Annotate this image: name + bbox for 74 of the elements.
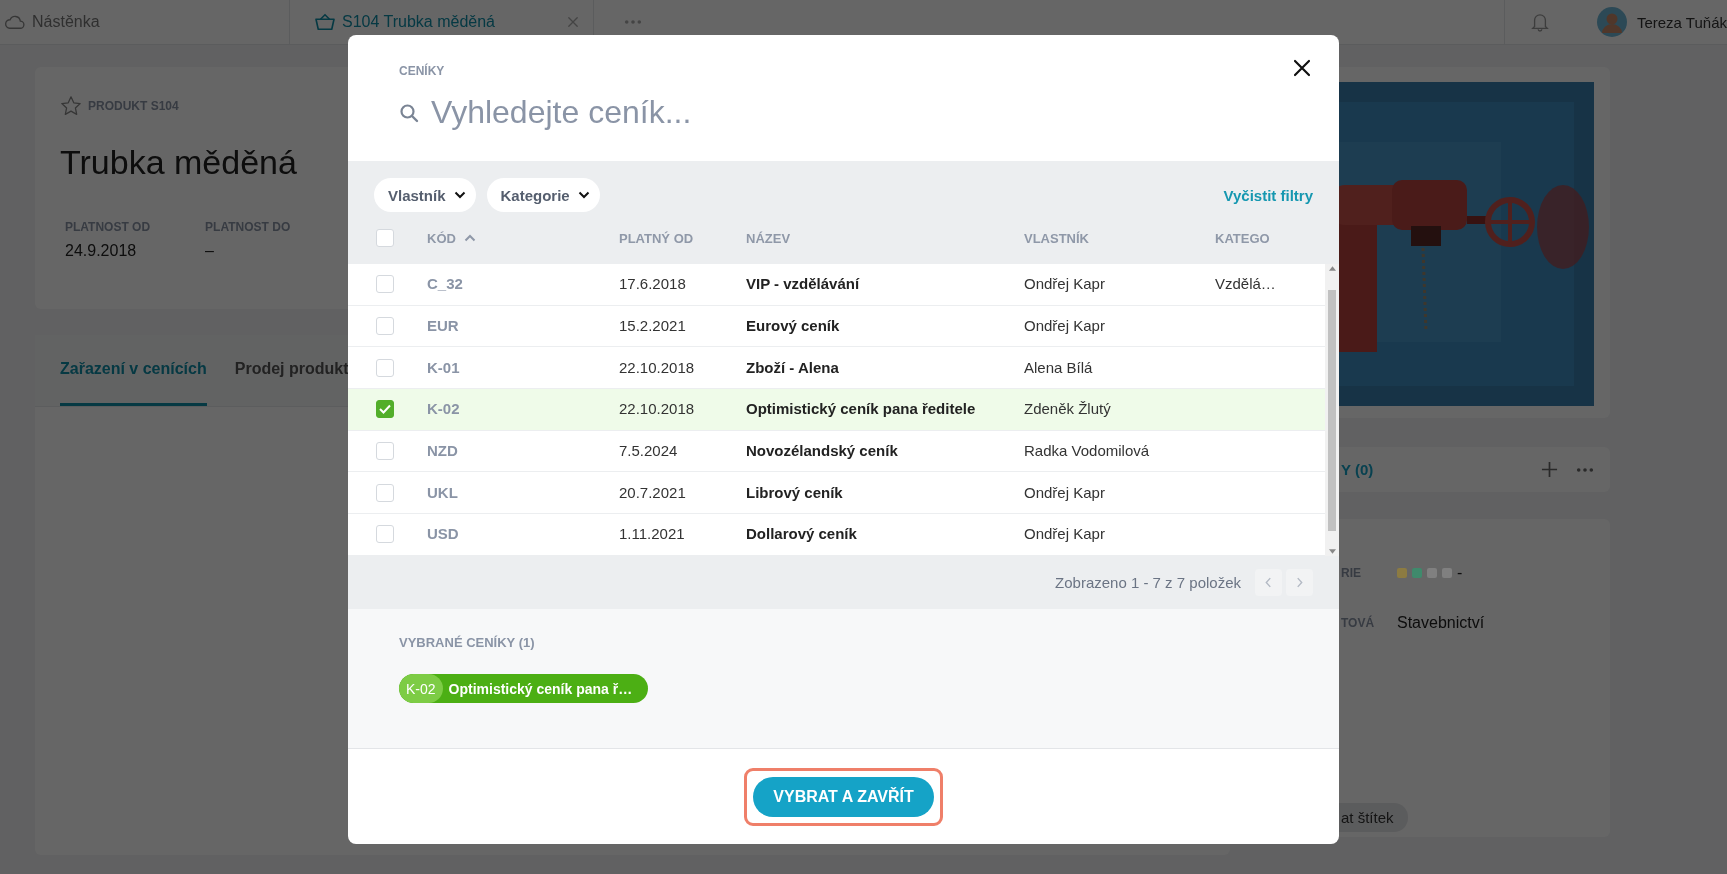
- table-cell: EUR: [427, 317, 459, 335]
- product-title: Trubka měděná: [60, 143, 298, 182]
- table-cell: C_32: [427, 275, 463, 293]
- table-cell: Dollarový ceník: [746, 525, 857, 543]
- chevron-right-icon: [1296, 577, 1303, 588]
- table-cell: Ondřej Kapr: [1024, 317, 1105, 335]
- table-cell: Ondřej Kapr: [1024, 525, 1105, 543]
- table-cell: VIP - vzdělávání: [746, 275, 860, 293]
- filter-dropdown[interactable]: Kategorie: [486, 178, 600, 212]
- table-row[interactable]: K-02 22.10.2018 Optimistický ceník pana ředitele Zdeněk Žlutý: [348, 389, 1325, 431]
- column-header[interactable]: KÓD: [427, 230, 456, 246]
- dialog-title: CENÍKY: [399, 64, 446, 78]
- user-name[interactable]: Tereza Tuňák: [1636, 13, 1727, 31]
- chevron-left-icon: [1265, 577, 1272, 588]
- detail-value: -: [1457, 564, 1463, 582]
- tab[interactable]: Zařazení v cenících: [60, 335, 207, 406]
- cloud-icon: [4, 14, 26, 30]
- column-header[interactable]: NÁZEV: [746, 230, 791, 246]
- detail-value: Stavebnictví: [1397, 614, 1485, 632]
- star-icon[interactable]: [60, 95, 82, 117]
- arrow-up-icon[interactable]: [1328, 266, 1336, 271]
- search-field[interactable]: Vyhledejte ceník...: [431, 94, 1131, 131]
- table-cell: 22.10.2018: [619, 358, 695, 376]
- pagination-info: Zobrazeno 1 - 7 z 7 položek: [1055, 574, 1241, 591]
- chip-label: Optimistický ceník pana ř…: [447, 680, 634, 697]
- chevron-up-icon[interactable]: [463, 234, 476, 242]
- table-cell: 1.11.2021: [619, 525, 685, 543]
- search-icon: [399, 102, 419, 123]
- table-cell: 17.6.2018: [619, 275, 686, 293]
- table-cell: Zboží - Alena: [746, 358, 839, 376]
- confirm-button[interactable]: VYBRAT A ZAVŘÍT: [753, 776, 934, 817]
- table-cell: NZD: [427, 442, 458, 460]
- table-cell: Ondřej Kapr: [1024, 275, 1105, 293]
- table-cell: 7.5.2024: [619, 442, 678, 460]
- table-cell: 20.7.2021: [619, 483, 686, 501]
- table-cell: K-01: [427, 358, 460, 376]
- field-value: –: [205, 242, 215, 260]
- selected-chip[interactable]: K-02 Optimistický ceník pana ř…: [399, 674, 649, 703]
- column-header[interactable]: KATEGO: [1215, 230, 1270, 246]
- table-cell: 15.2.2021: [619, 317, 686, 335]
- scrollbar[interactable]: [1325, 264, 1339, 556]
- arrow-down-icon[interactable]: [1328, 549, 1336, 554]
- table-cell: Alena Bílá: [1024, 358, 1093, 376]
- clear-filters-link[interactable]: Vyčistit filtry: [1223, 186, 1313, 204]
- column-header[interactable]: PLATNÝ OD: [619, 230, 694, 246]
- table-cell: USD: [427, 525, 459, 543]
- chevron-down-icon: [577, 191, 590, 199]
- filter-dropdown[interactable]: Vlastník: [374, 178, 476, 212]
- table-cell: Vzdělá…: [1215, 275, 1276, 293]
- table-cell: Optimistický ceník pana ředitele: [746, 400, 976, 418]
- tab[interactable]: Prodej produkt: [234, 335, 349, 406]
- avatar-icon[interactable]: [1596, 7, 1627, 37]
- close-icon[interactable]: [1292, 58, 1312, 78]
- table-cell: Radka Vodomilová: [1024, 442, 1150, 460]
- table-cell: Novozélandský ceník: [746, 442, 898, 460]
- table-cell: UKL: [427, 483, 458, 501]
- checkbox[interactable]: [376, 400, 394, 419]
- table-cell: Ondřej Kapr: [1024, 483, 1105, 501]
- table-cell: 22.10.2018: [619, 400, 695, 418]
- column-header[interactable]: VLASTNÍK: [1024, 230, 1089, 246]
- more-icon[interactable]: [624, 19, 642, 25]
- more-icon[interactable]: [1576, 466, 1594, 473]
- chevron-down-icon: [453, 191, 466, 199]
- table-cell: Zdeněk Žlutý: [1024, 400, 1111, 418]
- section-title[interactable]: Y (0): [1341, 461, 1374, 478]
- table-cell: K-02: [427, 400, 460, 418]
- chip-code: K-02: [399, 674, 443, 703]
- section-title: VYBRANÉ CENÍKY (1): [399, 635, 536, 650]
- table-cell: Eurový ceník: [746, 317, 840, 335]
- basket-icon: [314, 13, 336, 31]
- table-cell: Librový ceník: [746, 483, 843, 501]
- bell-icon[interactable]: [1530, 12, 1549, 32]
- plus-icon[interactable]: [1541, 461, 1558, 478]
- field-value: 24.9.2018: [65, 242, 138, 260]
